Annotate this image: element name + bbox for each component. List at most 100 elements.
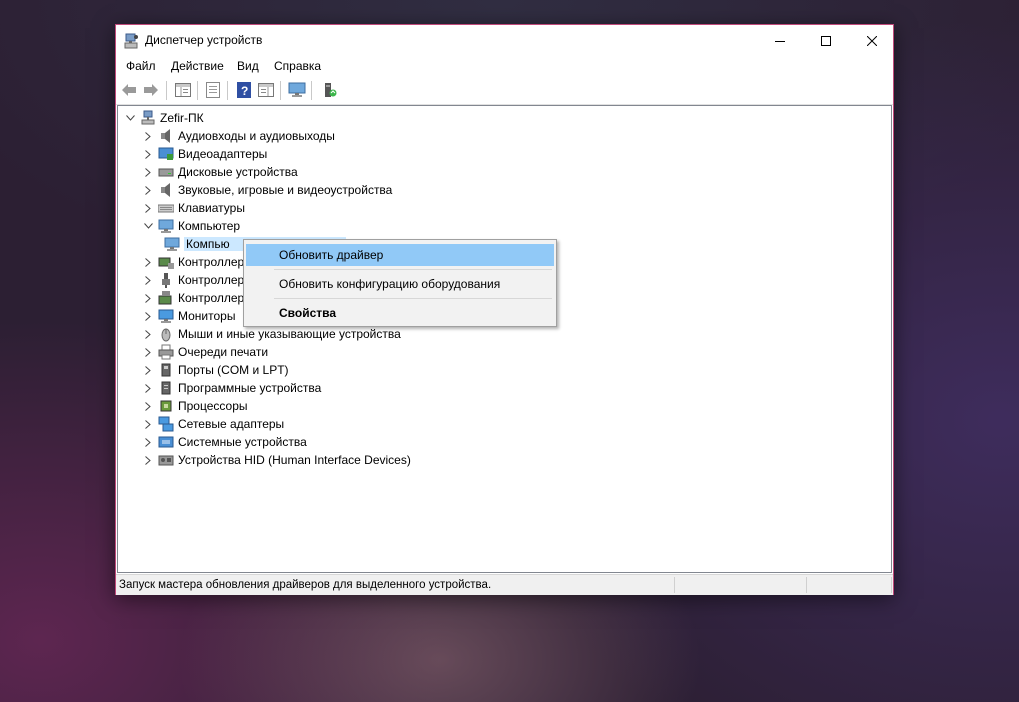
chevron-right-icon[interactable] [142, 433, 154, 451]
tree-item-label: Компьютер [178, 219, 241, 233]
mouse-icon [158, 326, 174, 342]
chevron-right-icon[interactable] [142, 397, 154, 415]
tree-item-label: Системные устройства [178, 435, 307, 449]
tree-item-label: Клавиатуры [178, 201, 245, 215]
chevron-right-icon[interactable] [142, 271, 154, 289]
tree-category-item[interactable]: Компьютер [142, 217, 240, 235]
chevron-right-icon[interactable] [142, 199, 154, 217]
maximize-button[interactable] [803, 25, 849, 56]
menu-bar: Файл Действие Вид Справка [116, 56, 893, 75]
properties-menu-item[interactable]: Свойства [246, 302, 554, 324]
tree-item-label: Процессоры [178, 399, 248, 413]
tree-item-label: Аудиовходы и аудиовыходы [178, 129, 335, 143]
system-device-icon [158, 434, 174, 450]
update-driver-menu-item[interactable]: Обновить драйвер [246, 244, 554, 266]
device-tree[interactable]: Zefir-ПК Аудиовходы и аудиовыходы Видеоад… [117, 105, 892, 573]
back-arrow-icon[interactable] [120, 81, 138, 99]
tree-category-item[interactable]: Программные устройства [142, 379, 321, 397]
tree-category-item[interactable]: Контроллер [142, 289, 244, 307]
tree-item-label: Программные устройства [178, 381, 322, 395]
processor-icon [158, 398, 174, 414]
monitor-icon [158, 308, 174, 324]
tree-item-label: Контроллер [178, 273, 245, 287]
tree-item-label: Устройства HID (Human Interface Devices) [178, 453, 411, 467]
chevron-down-icon[interactable] [124, 109, 136, 127]
tree-item-label: Контроллер [178, 291, 245, 305]
tree-category-item[interactable]: Мыши и иные указывающие устройства [142, 325, 401, 343]
tree-item-label: Звуковые, игровые и видеоустройства [178, 183, 393, 197]
tree-item-label: Дисковые устройства [178, 165, 298, 179]
keyboard-icon [158, 200, 174, 216]
tree-category-item[interactable]: Системные устройства [142, 433, 307, 451]
tree-root[interactable]: Zefir-ПК [124, 109, 204, 127]
hid-icon [158, 452, 174, 468]
chevron-right-icon[interactable] [142, 325, 154, 343]
ide-controller-icon [158, 254, 174, 270]
menu-view[interactable]: Вид [237, 59, 259, 73]
speaker-icon [158, 128, 174, 144]
tree-category-item[interactable]: Устройства HID (Human Interface Devices) [142, 451, 411, 469]
tree-category-item[interactable]: Звуковые, игровые и видеоустройства [142, 181, 392, 199]
help-icon[interactable]: ? [235, 81, 253, 99]
menu-help[interactable]: Справка [274, 59, 321, 73]
tree-item-label: Очереди печати [178, 345, 269, 359]
device-manager-icon [124, 33, 140, 49]
show-hide-console-tree-icon[interactable] [174, 81, 192, 99]
tree-item-label: Контроллер [178, 255, 245, 269]
status-pane-divider [806, 577, 807, 593]
toolbar-separator [311, 81, 312, 100]
properties-icon[interactable] [204, 81, 222, 99]
tree-item-label: Мониторы [178, 309, 236, 323]
chevron-right-icon[interactable] [142, 163, 154, 181]
tree-category-item[interactable]: Мониторы [142, 307, 235, 325]
scan-hardware-icon[interactable] [321, 81, 339, 99]
forward-arrow-icon[interactable] [142, 81, 160, 99]
menu-separator [274, 269, 552, 270]
minimize-button[interactable] [757, 25, 803, 56]
chevron-right-icon[interactable] [142, 361, 154, 379]
tree-item-label: Порты (COM и LPT) [178, 363, 289, 377]
action-pane-icon[interactable] [257, 81, 275, 99]
toolbar-separator [197, 81, 198, 100]
tree-category-item[interactable]: Видеоадаптеры [142, 145, 267, 163]
chevron-right-icon[interactable] [142, 289, 154, 307]
tree-category-item[interactable]: Клавиатуры [142, 199, 245, 217]
toolbar-separator [166, 81, 167, 100]
title-bar[interactable]: Диспетчер устройств [116, 25, 893, 56]
tree-category-item[interactable]: Очереди печати [142, 343, 268, 361]
chevron-right-icon[interactable] [142, 145, 154, 163]
tree-category-item[interactable]: Аудиовходы и аудиовыходы [142, 127, 335, 145]
toolbar-separator [280, 81, 281, 100]
menu-action[interactable]: Действие [171, 59, 224, 73]
chevron-right-icon[interactable] [142, 343, 154, 361]
menu-separator [274, 298, 552, 299]
tree-category-item[interactable]: Контроллер [142, 253, 244, 271]
tree-category-item[interactable]: Контроллер [142, 271, 244, 289]
chevron-right-icon[interactable] [142, 379, 154, 397]
status-pane-divider [674, 577, 675, 593]
tree-category-item[interactable]: Процессоры [142, 397, 248, 415]
monitor-icon[interactable] [288, 81, 306, 99]
chevron-right-icon[interactable] [142, 451, 154, 469]
computer-icon [158, 218, 174, 234]
chevron-right-icon[interactable] [142, 181, 154, 199]
tree-item-label: Мыши и иные указывающие устройства [178, 327, 401, 341]
tree-category-item[interactable]: Порты (COM и LPT) [142, 361, 289, 379]
tree-root-label: Zefir-ПК [160, 111, 204, 125]
toolbar-separator [227, 81, 228, 100]
chevron-right-icon[interactable] [142, 307, 154, 325]
software-device-icon [158, 380, 174, 396]
computer-root-icon [140, 110, 156, 126]
chevron-down-icon[interactable] [142, 217, 154, 235]
scan-hardware-menu-item[interactable]: Обновить конфигурацию оборудования [246, 273, 554, 295]
tree-category-item[interactable]: Сетевые адаптеры [142, 415, 284, 433]
port-icon [158, 362, 174, 378]
tree-category-item[interactable]: Дисковые устройства [142, 163, 298, 181]
menu-file[interactable]: Файл [126, 59, 156, 73]
chevron-right-icon[interactable] [142, 253, 154, 271]
tree-item-label: Видеоадаптеры [178, 147, 268, 161]
window-title: Диспетчер устройств [145, 33, 263, 47]
chevron-right-icon[interactable] [142, 127, 154, 145]
close-button[interactable] [849, 25, 895, 56]
chevron-right-icon[interactable] [142, 415, 154, 433]
